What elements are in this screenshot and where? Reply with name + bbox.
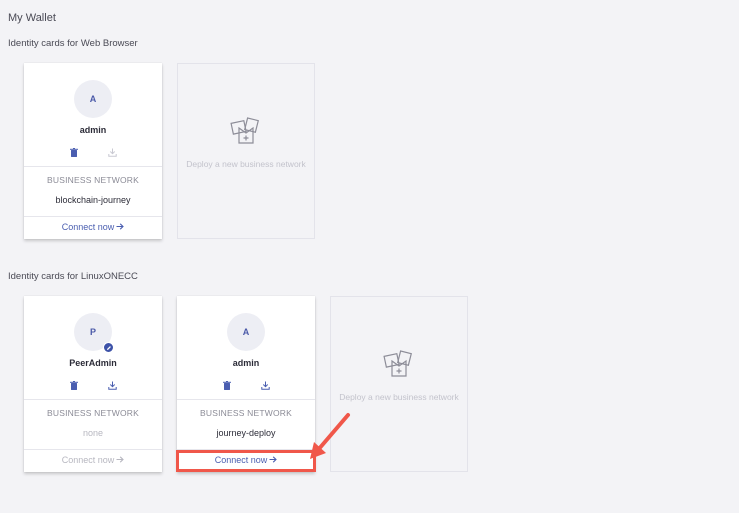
identity-card-admin-web[interactable]: A admin BUSINESS NETWORK blockchain-jour… [24, 63, 162, 239]
identity-card-peeradmin[interactable]: P PeerAdmin BUSINESS NETWORK none Connec… [24, 296, 162, 472]
divider [24, 216, 162, 217]
divider [24, 399, 162, 400]
identity-card-admin-linuxonecc[interactable]: A admin BUSINESS NETWORK journey-deploy … [177, 296, 315, 472]
connect-now-label: Connect now [61, 455, 115, 465]
business-network-label: BUSINESS NETWORK [47, 175, 139, 185]
business-network-name: blockchain-journey [55, 195, 131, 205]
avatar: P [74, 313, 114, 353]
divider [24, 449, 162, 450]
divider [24, 166, 162, 167]
business-network-label: BUSINESS NETWORK [200, 408, 292, 418]
avatar-initial: P [89, 327, 96, 337]
card-name: admin [79, 125, 107, 135]
edit-badge-icon [103, 342, 114, 353]
avatar: A [74, 80, 112, 118]
card-name: PeerAdmin [69, 358, 117, 368]
business-network-label: BUSINESS NETWORK [47, 408, 139, 418]
section-heading-web-browser: Identity cards for Web Browser [8, 38, 138, 49]
connect-now-button[interactable]: Connect now [24, 222, 162, 232]
arrow-right-icon [116, 455, 125, 465]
deploy-network-icon [230, 116, 262, 146]
divider [177, 399, 315, 400]
connect-now-button: Connect now [24, 455, 162, 465]
section-heading-linuxonecc: Identity cards for LinuxONECC [8, 271, 138, 282]
arrow-right-icon [116, 222, 125, 232]
download-icon [107, 147, 117, 157]
annotation-arrow-icon [310, 413, 350, 459]
deploy-network-card-web[interactable]: Deploy a new business network [177, 63, 315, 239]
download-icon[interactable] [260, 380, 270, 390]
deploy-network-label: Deploy a new business network [339, 392, 459, 402]
trash-icon[interactable] [69, 380, 79, 390]
avatar: A [227, 313, 265, 351]
trash-icon[interactable] [69, 147, 79, 157]
page-title: My Wallet [8, 12, 56, 24]
connect-now-label: Connect now [61, 222, 115, 232]
trash-icon[interactable] [222, 380, 232, 390]
business-network-name: none [82, 428, 104, 438]
deploy-network-icon [383, 349, 415, 379]
business-network-name: journey-deploy [216, 428, 276, 438]
connect-now-highlight-box [176, 450, 316, 472]
deploy-network-label: Deploy a new business network [186, 159, 306, 169]
download-icon[interactable] [107, 380, 117, 390]
card-name: admin [232, 358, 260, 368]
